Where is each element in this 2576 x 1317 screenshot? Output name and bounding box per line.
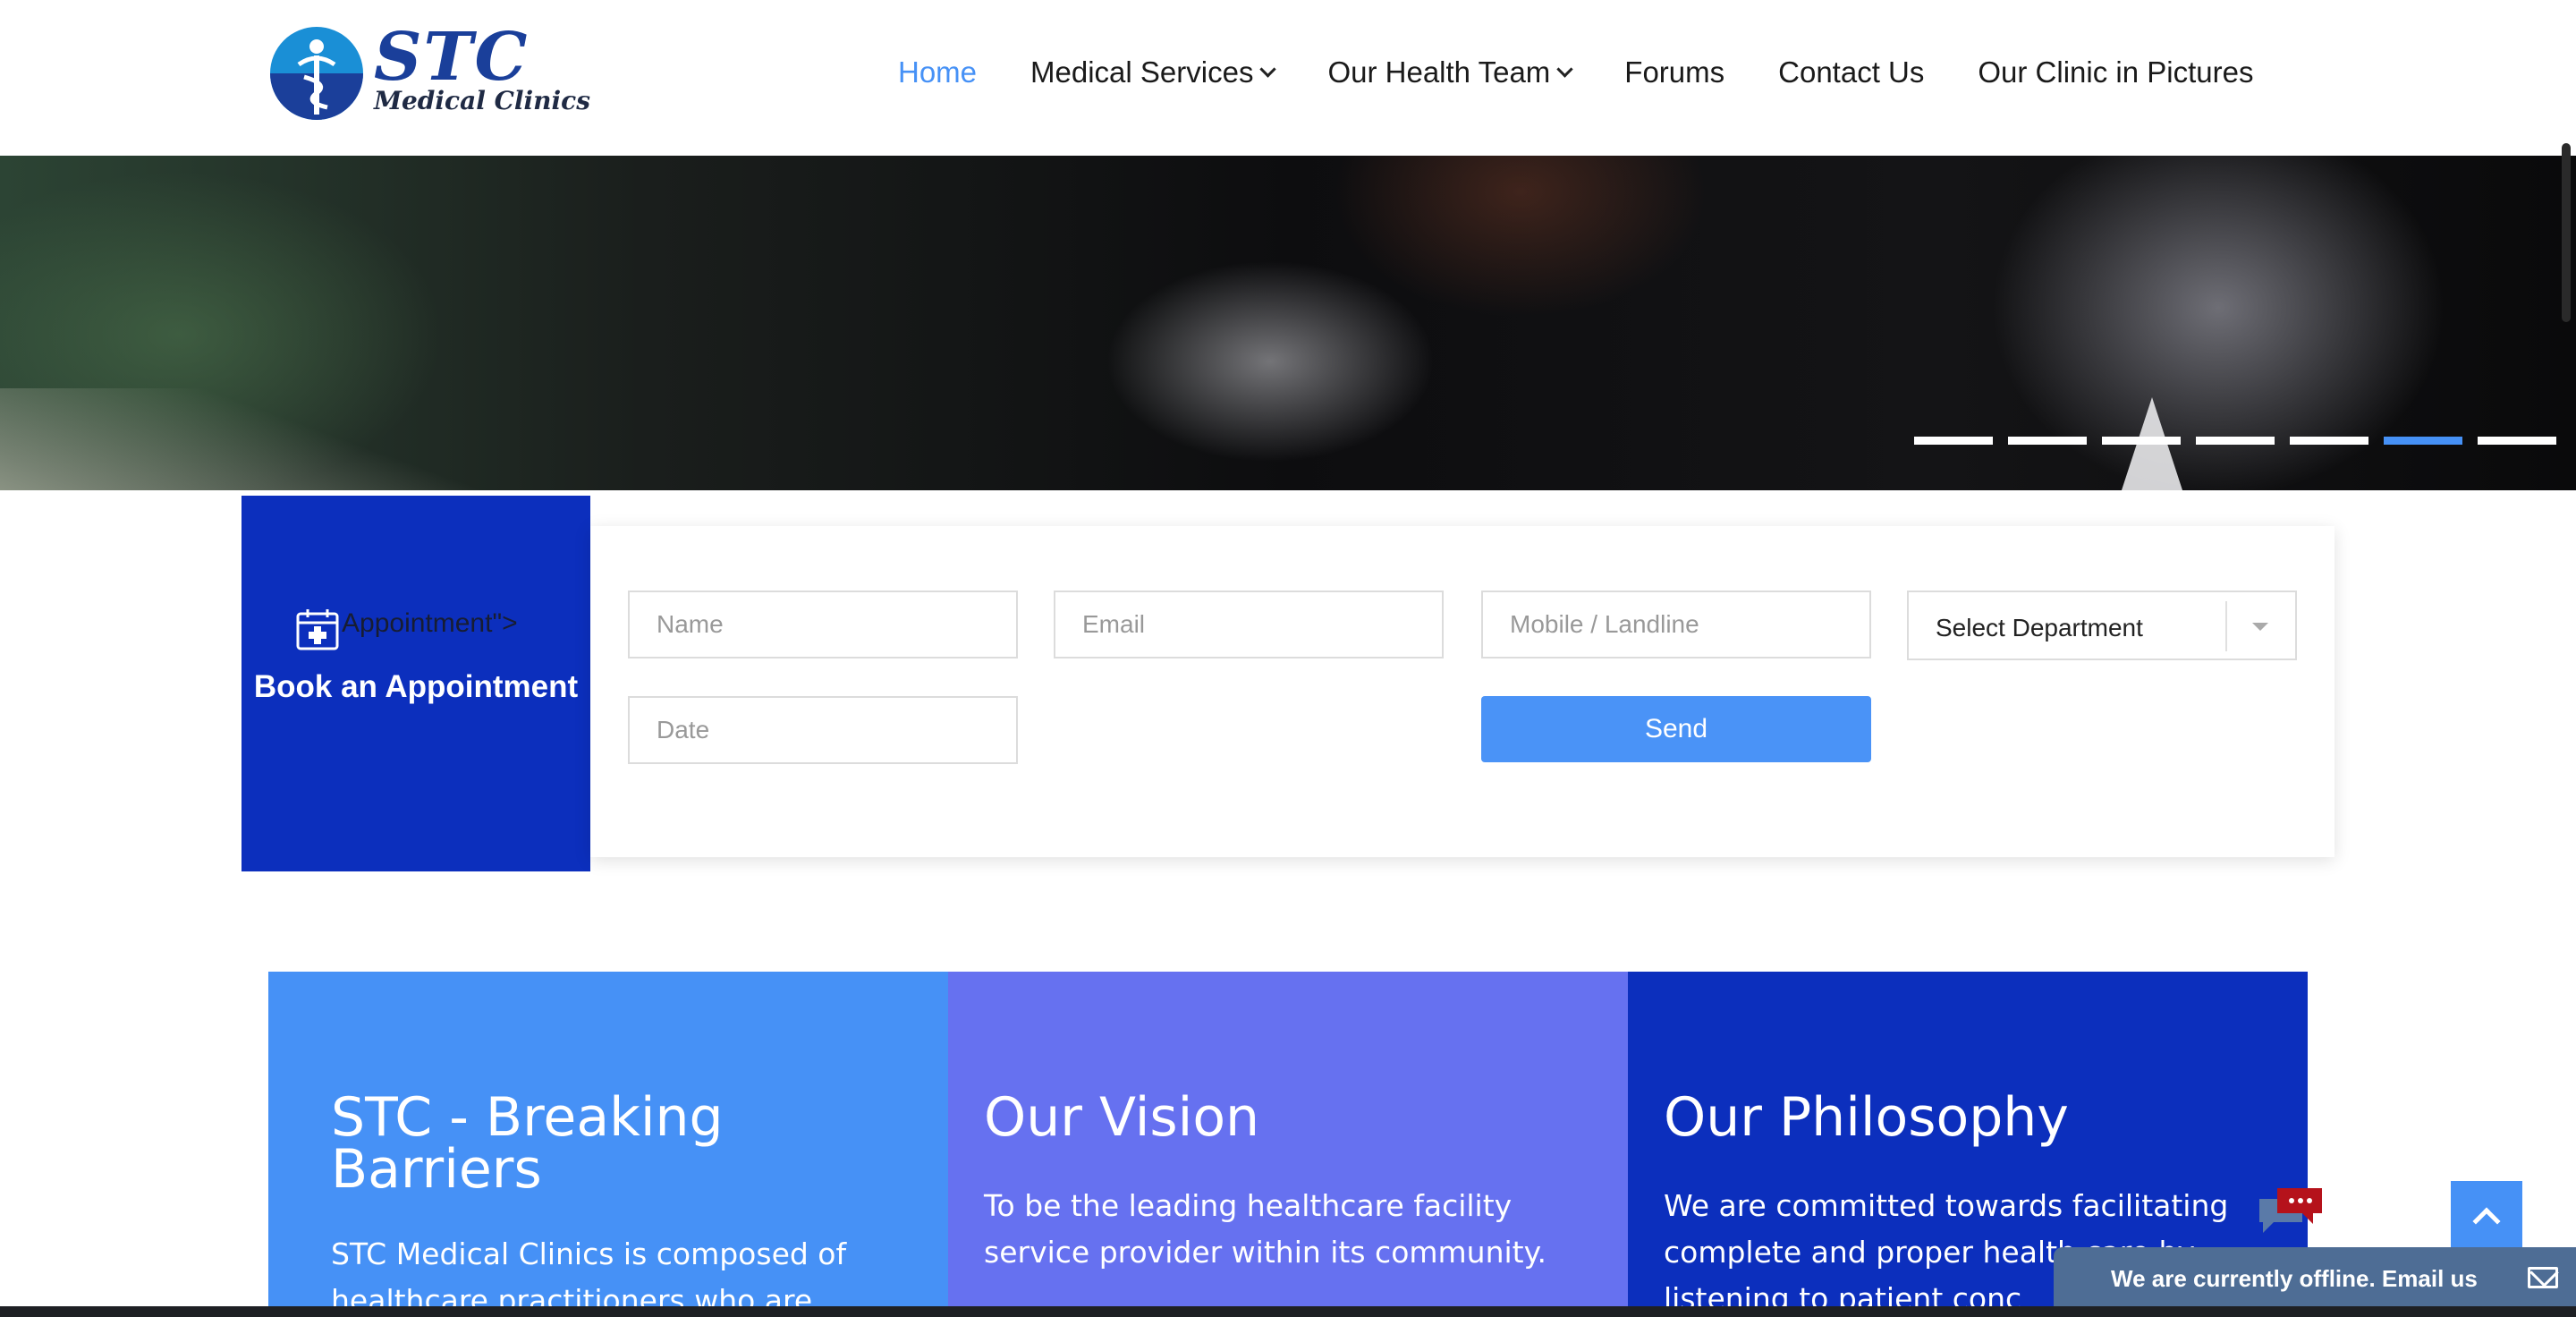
slider-dot[interactable] <box>1914 437 1993 445</box>
slider-dot[interactable] <box>2196 437 2275 445</box>
calendar-plus-icon <box>295 607 340 656</box>
nav-clinic-pictures-label: Our Clinic in Pictures <box>1978 55 2254 89</box>
slider-dot[interactable] <box>2478 437 2556 445</box>
page-scrollbar[interactable] <box>2562 143 2571 322</box>
department-select-value: Select Department <box>1936 614 2143 642</box>
card-text: To be the leading healthcare facility se… <box>984 1188 1546 1270</box>
select-divider <box>2225 601 2227 651</box>
chevron-up-icon <box>2472 1207 2501 1236</box>
logo-subtitle: Medical Clinics <box>374 86 590 115</box>
slider-dot[interactable] <box>2008 437 2087 445</box>
nav-medical-services-label: Medical Services <box>1030 55 1254 89</box>
appointment-heading: Book an Appointment <box>253 669 579 704</box>
offline-chat-bar[interactable]: We are currently offline. Email us <box>2054 1247 2576 1310</box>
card-title: Our Philosophy <box>1664 1086 2069 1149</box>
nav-home-label: Home <box>898 55 978 89</box>
send-button[interactable]: Send <box>1481 696 1871 762</box>
caduceus-logo-icon <box>270 27 363 120</box>
site-logo[interactable]: STC Medical Clinics <box>268 19 590 127</box>
email-input[interactable] <box>1054 591 1444 658</box>
nav-contact-us[interactable]: Contact Us <box>1778 55 1924 89</box>
slider-dot[interactable] <box>2290 437 2368 445</box>
slider-dot[interactable] <box>2102 437 2181 445</box>
card-title: Our Vision <box>984 1086 1260 1149</box>
bottom-edge-bar <box>0 1306 2576 1317</box>
hero-image-highlight <box>0 388 537 490</box>
back-to-top-button[interactable] <box>2451 1181 2522 1253</box>
logo-title: STC <box>374 19 530 96</box>
chevron-down-icon <box>1259 60 1277 78</box>
card-title: STC - Breaking Barriers <box>331 1086 724 1201</box>
appointment-icon-label: Appointment"> <box>342 608 518 638</box>
card-text: STC Medical Clinics is composed of healt… <box>331 1236 847 1317</box>
nav-medical-services[interactable]: Medical Services <box>1030 55 1277 89</box>
nav-clinic-pictures[interactable]: Our Clinic in Pictures <box>1978 55 2253 89</box>
main-nav: Home Medical Services Our Health Team Fo… <box>898 55 2253 89</box>
appointment-form: Select Department Send <box>590 526 2334 857</box>
department-select[interactable]: Select Department <box>1907 591 2297 660</box>
mail-icon <box>2528 1267 2558 1288</box>
chat-bubbles-icon[interactable] <box>2256 1186 2324 1241</box>
phone-input[interactable] <box>1481 591 1871 658</box>
hero-slider <box>0 156 2576 490</box>
nav-home[interactable]: Home <box>898 55 977 89</box>
nav-contact-us-label: Contact Us <box>1778 55 1925 89</box>
info-card-vision: Our Vision To be the leading healthcare … <box>948 972 1628 1317</box>
caret-down-icon <box>2252 623 2268 631</box>
chevron-down-icon <box>1556 60 1573 78</box>
appointment-panel: Appointment"> Book an Appointment <box>242 496 590 871</box>
slider-pagination <box>1914 437 2556 445</box>
slider-dot-active[interactable] <box>2384 437 2462 445</box>
nav-our-health-team-label: Our Health Team <box>1327 55 1551 89</box>
nav-our-health-team[interactable]: Our Health Team <box>1327 55 1573 89</box>
nav-forums-label: Forums <box>1624 55 1725 89</box>
date-input[interactable] <box>628 696 1018 764</box>
name-input[interactable] <box>628 591 1018 658</box>
info-card-breaking-barriers: STC - Breaking Barriers STC Medical Clin… <box>268 972 948 1317</box>
nav-forums[interactable]: Forums <box>1624 55 1724 89</box>
site-header: STC Medical Clinics Home Medical Service… <box>0 0 2576 156</box>
offline-message: We are currently offline. Email us <box>2111 1265 2478 1292</box>
